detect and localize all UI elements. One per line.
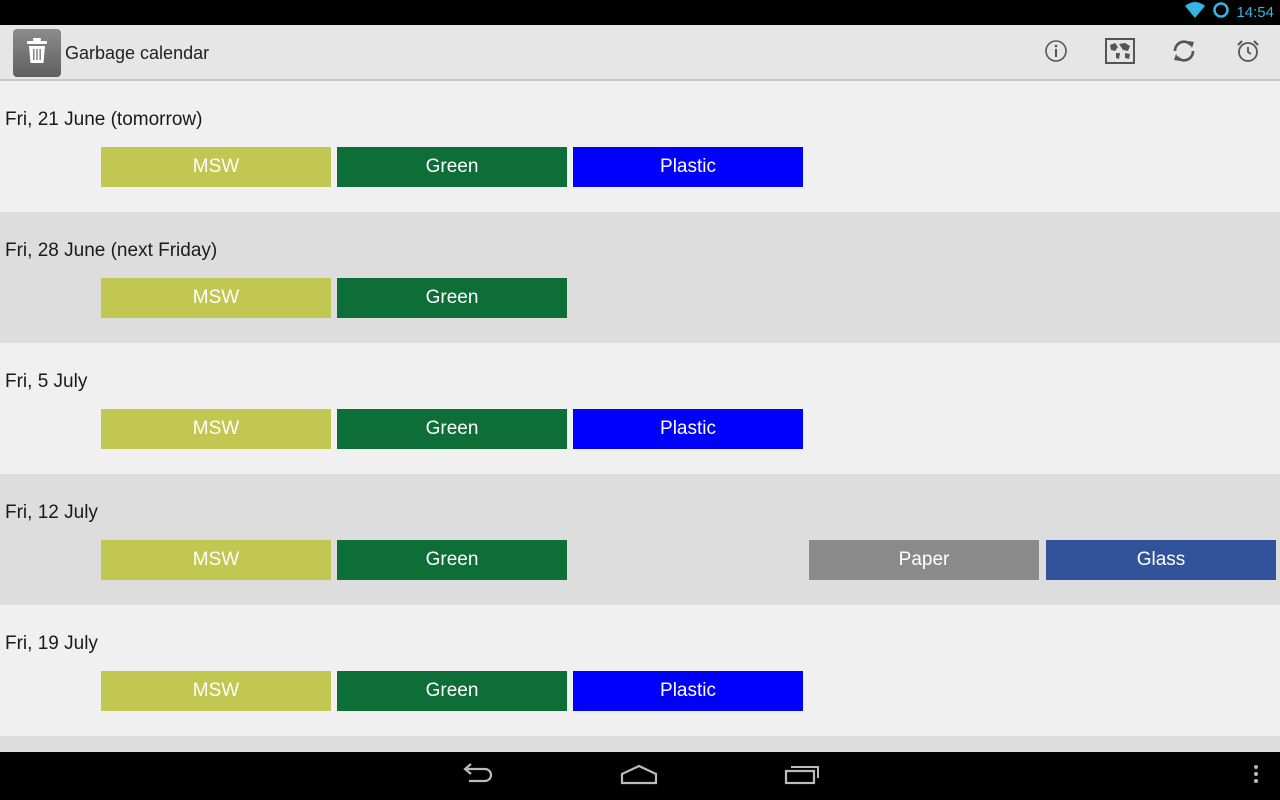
waste-chip-msw[interactable]: MSW <box>101 540 331 580</box>
alarm-button[interactable] <box>1232 37 1264 69</box>
recent-apps-button[interactable] <box>778 760 826 792</box>
map-button[interactable] <box>1104 37 1136 69</box>
trash-can-icon <box>24 37 50 70</box>
waste-chip-plastic[interactable]: Plastic <box>573 409 803 449</box>
status-indicators: 14:54 <box>1184 0 1274 25</box>
list-next-row-edge <box>0 736 1280 752</box>
waste-chip-green[interactable]: Green <box>337 147 567 187</box>
wifi-icon <box>1184 1 1206 24</box>
refresh-button[interactable] <box>1168 37 1200 69</box>
waste-chip-plastic[interactable]: Plastic <box>573 147 803 187</box>
day-row[interactable]: Fri, 21 June (tomorrow) MSW Green Plastic <box>0 81 1280 212</box>
day-date: Fri, 28 June (next Friday) <box>5 240 218 261</box>
waste-chip-plastic[interactable]: Plastic <box>573 671 803 711</box>
day-row[interactable]: Fri, 5 July MSW Green Plastic <box>0 343 1280 474</box>
overflow-menu-button[interactable] <box>1232 760 1280 792</box>
calendar-list[interactable]: Fri, 21 June (tomorrow) MSW Green Plastic … <box>0 81 1280 752</box>
home-button[interactable] <box>615 760 663 792</box>
waste-chip-green[interactable]: Green <box>337 540 567 580</box>
refresh-icon <box>1171 38 1197 69</box>
day-row[interactable]: Fri, 12 July MSW Green Paper Glass <box>0 474 1280 605</box>
status-time: 14:54 <box>1236 4 1274 21</box>
alarm-clock-icon <box>1235 38 1261 69</box>
info-button[interactable] <box>1040 37 1072 69</box>
sync-icon <box>1212 1 1230 24</box>
day-date: Fri, 12 July <box>5 502 98 523</box>
back-icon <box>459 762 495 790</box>
home-icon <box>620 763 658 790</box>
day-row[interactable]: Fri, 19 July MSW Green Plastic <box>0 605 1280 736</box>
waste-chip-glass[interactable]: Glass <box>1046 540 1276 580</box>
app-title: Garbage calendar <box>65 43 210 63</box>
waste-chip-msw[interactable]: MSW <box>101 278 331 318</box>
day-date: Fri, 21 June (tomorrow) <box>5 109 203 130</box>
status-bar: 14:54 <box>0 0 1280 25</box>
day-date: Fri, 19 July <box>5 633 98 654</box>
day-row[interactable]: Fri, 28 June (next Friday) MSW Green <box>0 212 1280 343</box>
action-bar: Garbage calendar <box>0 25 1280 81</box>
map-icon <box>1105 37 1135 69</box>
recent-apps-icon <box>784 763 820 790</box>
day-date: Fri, 5 July <box>5 371 88 392</box>
info-icon <box>1044 39 1068 68</box>
waste-chip-msw[interactable]: MSW <box>101 147 331 187</box>
waste-chip-green[interactable]: Green <box>337 278 567 318</box>
waste-chip-green[interactable]: Green <box>337 409 567 449</box>
back-button[interactable] <box>453 760 501 792</box>
waste-chip-msw[interactable]: MSW <box>101 671 331 711</box>
waste-chip-green[interactable]: Green <box>337 671 567 711</box>
waste-chip-msw[interactable]: MSW <box>101 409 331 449</box>
overflow-menu-icon <box>1253 764 1259 789</box>
app-home-button[interactable] <box>13 29 61 77</box>
navigation-bar <box>0 752 1280 800</box>
waste-chip-paper[interactable]: Paper <box>809 540 1039 580</box>
